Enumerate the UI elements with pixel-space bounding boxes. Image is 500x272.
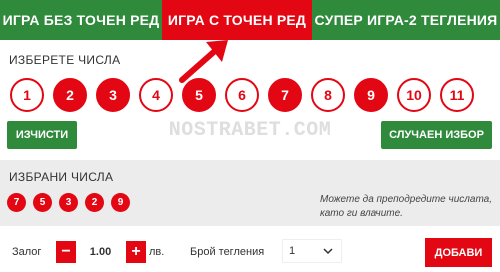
number-ball-9[interactable]: 9 bbox=[354, 78, 388, 112]
tab-no-order[interactable]: ИГРА БЕЗ ТОЧЕН РЕД bbox=[0, 0, 162, 40]
chosen-numbers-heading: ИЗБРАНИ ЧИСЛА bbox=[9, 170, 114, 184]
number-ball-6[interactable]: 6 bbox=[225, 78, 259, 112]
stake-label: Залог bbox=[12, 246, 42, 258]
bet-bar: Залог − + лв. Брой тегления 1 ДОБАВИ bbox=[0, 238, 500, 268]
number-ball-3[interactable]: 3 bbox=[96, 78, 130, 112]
stake-input[interactable] bbox=[78, 241, 123, 263]
number-ball-8[interactable]: 8 bbox=[311, 78, 345, 112]
number-ball-11[interactable]: 11 bbox=[440, 78, 474, 112]
number-ball-7[interactable]: 7 bbox=[268, 78, 302, 112]
stake-decrease-button[interactable]: − bbox=[56, 241, 76, 263]
tab-super-game[interactable]: СУПЕР ИГРА-2 ТЕГЛЕНИЯ bbox=[312, 0, 500, 40]
chevron-down-icon bbox=[323, 248, 333, 255]
currency-label: лв. bbox=[149, 246, 165, 258]
number-picker: 1 2 3 4 5 6 7 8 9 10 11 bbox=[10, 78, 480, 114]
number-ball-5[interactable]: 5 bbox=[182, 78, 216, 112]
number-ball-10[interactable]: 10 bbox=[397, 78, 431, 112]
number-ball-2[interactable]: 2 bbox=[53, 78, 87, 112]
chosen-ball[interactable]: 2 bbox=[85, 193, 104, 212]
draws-value: 1 bbox=[289, 245, 296, 257]
number-ball-4[interactable]: 4 bbox=[139, 78, 173, 112]
tab-exact-order[interactable]: ИГРА С ТОЧЕН РЕД bbox=[162, 0, 312, 40]
draws-label: Брой тегления bbox=[190, 246, 265, 258]
game-mode-tabs: ИГРА БЕЗ ТОЧЕН РЕД ИГРА С ТОЧЕН РЕД СУПЕ… bbox=[0, 0, 500, 40]
reorder-hint: Можете да преподредите числата, като ги … bbox=[320, 194, 493, 219]
choose-numbers-heading: ИЗБЕРЕТЕ ЧИСЛА bbox=[9, 53, 121, 67]
add-button[interactable]: ДОБАВИ bbox=[425, 238, 492, 267]
stake-increase-button[interactable]: + bbox=[126, 241, 146, 263]
clear-button[interactable]: ИЗЧИСТИ bbox=[7, 121, 77, 149]
chosen-ball[interactable]: 5 bbox=[33, 193, 52, 212]
chosen-ball[interactable]: 9 bbox=[111, 193, 130, 212]
number-ball-1[interactable]: 1 bbox=[10, 78, 44, 112]
random-pick-button[interactable]: СЛУЧАЕН ИЗБОР bbox=[381, 121, 492, 149]
draws-select[interactable]: 1 bbox=[282, 239, 342, 263]
chosen-ball[interactable]: 3 bbox=[59, 193, 78, 212]
chosen-ball[interactable]: 7 bbox=[7, 193, 26, 212]
